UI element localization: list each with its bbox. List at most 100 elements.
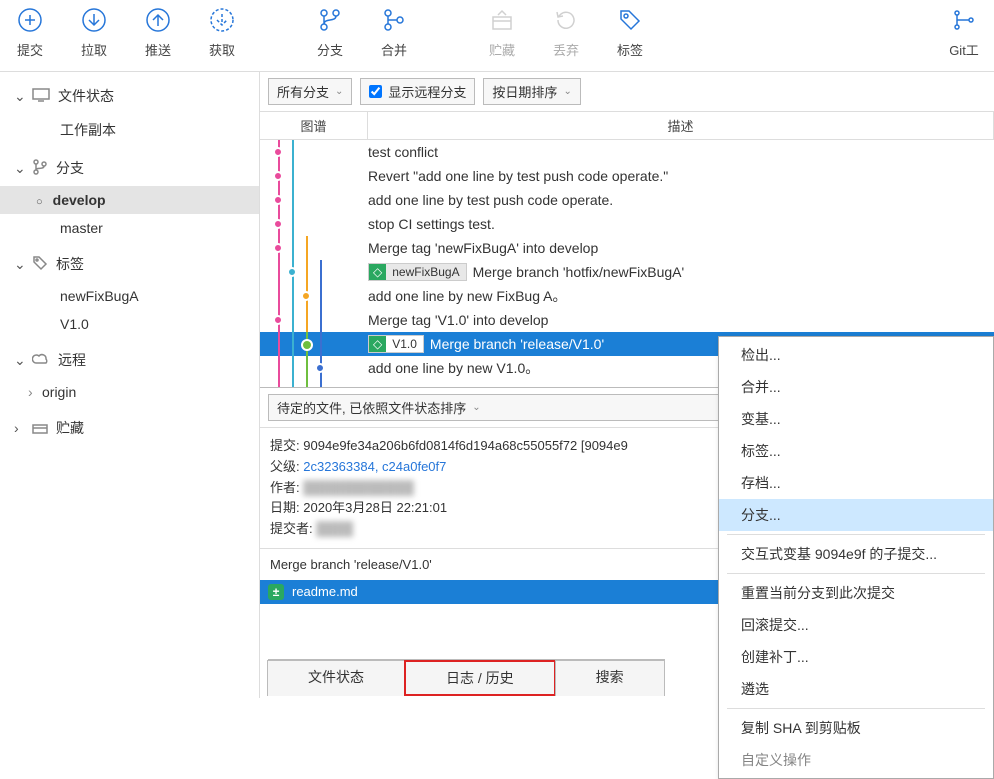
file-status-label: 文件状态 — [58, 86, 114, 106]
menu-archive[interactable]: 存档... — [719, 467, 993, 499]
stashes-label: 贮藏 — [56, 418, 84, 438]
sidebar-section-stashes[interactable]: › 贮藏 — [0, 410, 259, 446]
upload-circle-icon — [144, 6, 172, 34]
menu-merge[interactable]: 合并... — [719, 371, 993, 403]
gitflow-button[interactable]: Git工 — [944, 6, 984, 59]
merge-label: 合并 — [381, 40, 407, 59]
menu-tag[interactable]: 标签... — [719, 435, 993, 467]
branch-filter-dropdown[interactable]: 所有分支 ⌄ — [268, 78, 352, 105]
merge-icon — [380, 6, 408, 34]
bottom-tabs: 文件状态 日志 / 历史 搜索 — [268, 659, 665, 696]
tab-search[interactable]: 搜索 — [555, 660, 665, 696]
sidebar-section-tags[interactable]: ⌄ 标签 — [0, 246, 259, 282]
menu-cherry-pick[interactable]: 遴选 — [719, 673, 993, 705]
chevron-down-icon: ⌄ — [14, 160, 24, 177]
tag-label: 标签 — [617, 40, 643, 59]
download-circle-icon — [80, 6, 108, 34]
pull-button[interactable]: 拉取 — [74, 6, 114, 59]
menu-interactive-rebase[interactable]: 交互式变基 9094e9f 的子提交... — [719, 538, 993, 570]
commit-message: Merge tag 'newFixBugA' into develop — [368, 240, 598, 256]
stash-icon — [32, 420, 48, 437]
commit-row[interactable]: add one line by test push code operate. — [260, 188, 994, 212]
commit-row[interactable]: Merge tag 'V1.0' into develop — [260, 308, 994, 332]
tab-log-history[interactable]: 日志 / 历史 — [404, 660, 556, 696]
show-remote-label: 显示远程分支 — [388, 82, 466, 101]
context-menu: 检出... 合并... 变基... 标签... 存档... 分支... 交互式变… — [718, 336, 994, 779]
column-graph[interactable]: 图谱 — [260, 112, 368, 139]
sidebar-item-tag-newfixbuga[interactable]: newFixBugA — [0, 282, 259, 310]
commit-message: stop CI settings test. — [368, 216, 495, 232]
menu-checkout[interactable]: 检出... — [719, 339, 993, 371]
remotes-label: 远程 — [58, 350, 86, 370]
commit-row[interactable]: Revert "add one line by test push code o… — [260, 164, 994, 188]
show-remote-checkbox[interactable]: 显示远程分支 — [360, 78, 475, 105]
commit-row[interactable]: add one line by new FixBug A。 — [260, 284, 994, 308]
cloud-icon — [32, 352, 50, 368]
branch-filter-label: 所有分支 — [277, 82, 329, 101]
tag-icon — [616, 6, 644, 34]
chevron-right-icon: › — [14, 420, 24, 436]
chevron-down-icon: ⌄ — [14, 352, 24, 369]
menu-custom[interactable]: 自定义操作 — [719, 744, 993, 776]
menu-rebase[interactable]: 变基... — [719, 403, 993, 435]
commit-graph — [260, 140, 368, 387]
sidebar-item-branch-develop[interactable]: develop — [0, 186, 259, 214]
commit-row[interactable]: test conflict — [260, 140, 994, 164]
file-modified-icon: ± — [268, 584, 284, 600]
sort-label: 按日期排序 — [492, 82, 557, 101]
sort-dropdown[interactable]: 按日期排序 ⌄ — [483, 78, 580, 105]
parent-hashes-link[interactable]: 2c32363384, c24a0fe0f7 — [303, 459, 446, 474]
push-button[interactable]: 推送 — [138, 6, 178, 59]
commit-row[interactable]: stop CI settings test. — [260, 212, 994, 236]
sidebar-section-branches[interactable]: ⌄ 分支 — [0, 150, 259, 186]
toolbar: 提交 拉取 推送 获取 分支 合并 贮藏 丢弃 标签 Git工 — [0, 0, 994, 72]
sidebar-section-file-status[interactable]: ⌄ 文件状态 — [0, 78, 259, 114]
push-label: 推送 — [145, 40, 171, 59]
tab-file-status[interactable]: 文件状态 — [267, 660, 405, 696]
branch-label: 分支 — [317, 40, 343, 59]
discard-icon — [552, 6, 580, 34]
stash-label: 贮藏 — [489, 40, 515, 59]
merge-button[interactable]: 合并 — [374, 6, 414, 59]
fetch-button[interactable]: 获取 — [202, 6, 242, 59]
show-remote-input[interactable] — [369, 85, 382, 98]
branch-icon — [32, 159, 48, 178]
tag-badge: ◇V1.0 — [368, 335, 424, 353]
commit-hash-label: 提交: — [270, 438, 300, 453]
refresh-circle-icon — [208, 6, 236, 34]
committer-label: 提交者: — [270, 521, 313, 536]
commit-message: Merge branch 'release/V1.0' — [430, 336, 604, 352]
commit-row[interactable]: Merge tag 'newFixBugA' into develop — [260, 236, 994, 260]
tag-button[interactable]: 标签 — [610, 6, 650, 59]
branch-icon — [316, 6, 344, 34]
sidebar-item-tag-v10[interactable]: V1.0 — [0, 310, 259, 338]
menu-separator — [727, 534, 985, 535]
committer-value: ████ — [316, 521, 353, 536]
tag-text: newFixBugA — [386, 264, 465, 280]
tag-icon: ◇ — [369, 336, 386, 352]
column-description[interactable]: 描述 — [368, 112, 994, 139]
branch-button[interactable]: 分支 — [310, 6, 350, 59]
menu-separator — [727, 708, 985, 709]
commit-label: 提交 — [17, 40, 43, 59]
tag-icon — [32, 255, 48, 274]
filter-bar: 所有分支 ⌄ 显示远程分支 按日期排序 ⌄ — [260, 72, 994, 111]
file-name: readme.md — [292, 584, 358, 599]
sidebar-item-remote-origin[interactable]: origin — [0, 378, 259, 406]
commit-message: Merge tag 'V1.0' into develop — [368, 312, 548, 328]
sidebar: ⌄ 文件状态 工作副本 ⌄ 分支 develop master ⌄ 标签 new… — [0, 72, 260, 698]
column-headers: 图谱 描述 — [260, 111, 994, 140]
menu-revert[interactable]: 回滚提交... — [719, 609, 993, 641]
menu-patch[interactable]: 创建补丁... — [719, 641, 993, 673]
menu-copy-sha[interactable]: 复制 SHA 到剪贴板 — [719, 712, 993, 744]
sidebar-item-working-copy[interactable]: 工作副本 — [0, 114, 259, 146]
date-value: 2020年3月28日 22:21:01 — [303, 500, 447, 515]
sidebar-section-remotes[interactable]: ⌄ 远程 — [0, 342, 259, 378]
commit-row[interactable]: ◇newFixBugAMerge branch 'hotfix/newFixBu… — [260, 260, 994, 284]
chevron-down-icon: ⌄ — [563, 86, 571, 97]
commit-button[interactable]: 提交 — [10, 6, 50, 59]
menu-reset[interactable]: 重置当前分支到此次提交 — [719, 577, 993, 609]
menu-branch[interactable]: 分支... — [719, 499, 993, 531]
plus-circle-icon — [16, 6, 44, 34]
sidebar-item-branch-master[interactable]: master — [0, 214, 259, 242]
